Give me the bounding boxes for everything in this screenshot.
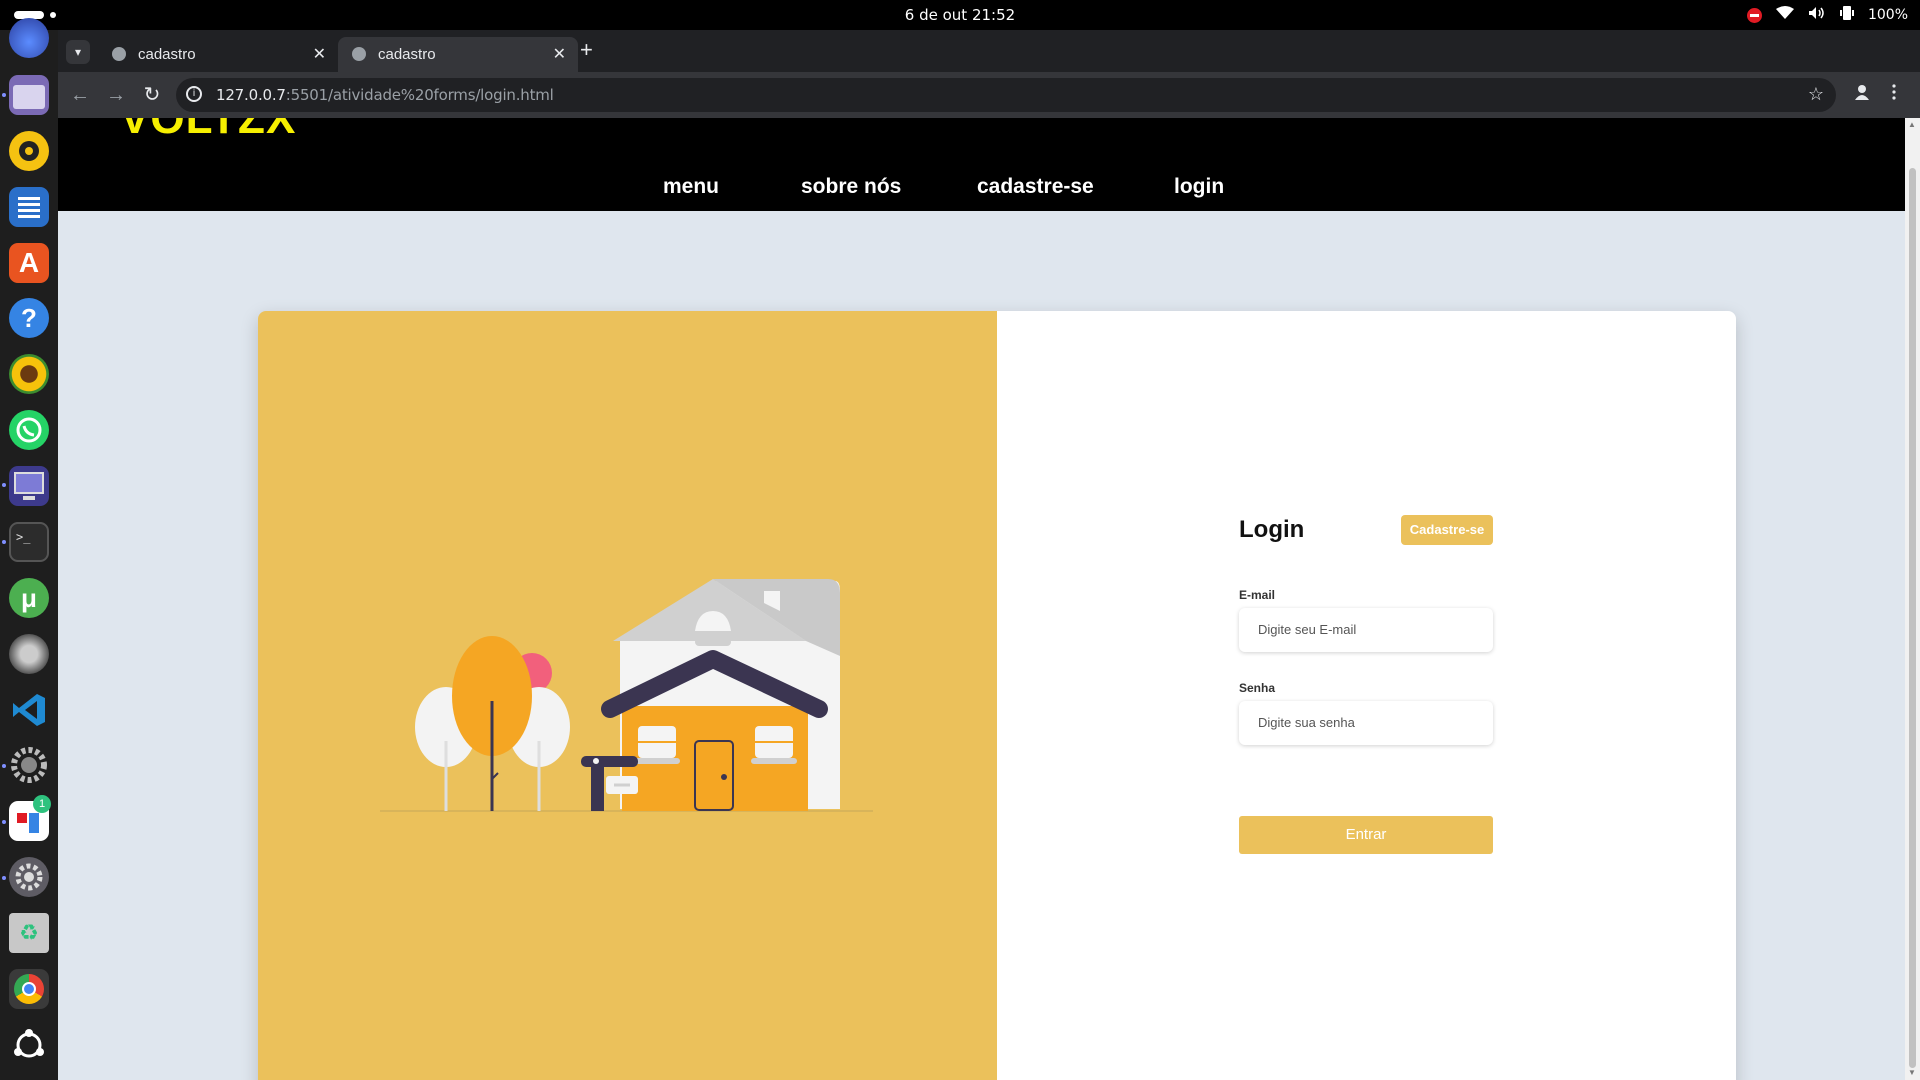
do-not-disturb-icon — [1746, 7, 1762, 23]
signup-button[interactable]: Cadastre-se — [1401, 515, 1493, 545]
running-indicator — [2, 820, 6, 824]
illustration-panel — [258, 311, 997, 1080]
chrome-icon[interactable] — [9, 969, 49, 1009]
tab-title: cadastro — [138, 46, 196, 63]
notification-app-icon[interactable]: 1 — [9, 795, 51, 841]
whatsapp-icon[interactable] — [9, 410, 49, 450]
terminal-icon[interactable]: >_ — [9, 522, 49, 562]
nav-link-sobre-nos[interactable]: sobre nós — [801, 175, 901, 199]
running-indicator — [2, 540, 6, 544]
battery-percent: 100% — [1867, 7, 1908, 23]
login-card: Login Cadastre-se E-mail Digite seu E-ma… — [258, 311, 1736, 1080]
tab-cadastro-1[interactable]: cadastro ✕ — [98, 37, 338, 72]
close-tab-icon[interactable]: ✕ — [313, 44, 326, 64]
ubuntu-icon[interactable] — [9, 1025, 49, 1065]
house-illustration — [380, 579, 873, 812]
scrollbar-thumb[interactable] — [1909, 168, 1916, 1068]
nav-link-login[interactable]: login — [1174, 175, 1224, 199]
browser-menu-icon[interactable] — [1892, 84, 1896, 105]
system-clock[interactable]: 6 de out 21:52 — [0, 0, 1920, 30]
system-top-bar: 6 de out 21:52 100% — [0, 0, 1920, 30]
system-status-area[interactable]: 100% — [1746, 0, 1908, 30]
form-panel: Login Cadastre-se E-mail Digite seu E-ma… — [997, 311, 1736, 1080]
new-tab-button[interactable]: + — [580, 37, 593, 63]
rhythmbox-icon[interactable] — [9, 131, 49, 171]
site-logo[interactable]: VOLTZX — [120, 118, 296, 144]
web-page: VOLTZX menu sobre nós cadastre-se login — [58, 118, 1905, 1080]
site-header: VOLTZX menu sobre nós cadastre-se login — [58, 118, 1905, 211]
battery-icon — [1839, 5, 1854, 25]
settings-icon[interactable] — [9, 745, 49, 785]
system-settings-icon[interactable] — [9, 857, 49, 897]
tab-cadastro-2[interactable]: cadastro ✕ — [338, 37, 578, 72]
nav-link-menu[interactable]: menu — [663, 175, 719, 199]
close-tab-icon[interactable]: ✕ — [553, 44, 566, 64]
browser-toolbar: ← → ↻ i 127.0.0.7:5501/atividade%20forms… — [58, 72, 1920, 118]
files-icon[interactable] — [9, 75, 49, 115]
remote-desktop-icon[interactable] — [9, 466, 49, 506]
running-indicator — [2, 93, 6, 97]
password-label: Senha — [1239, 681, 1276, 695]
nav-link-cadastre-se[interactable]: cadastre-se — [977, 175, 1094, 199]
url-text[interactable]: 127.0.0.7:5501/atividade%20forms/login.h… — [216, 86, 554, 104]
sunflower-icon[interactable] — [9, 354, 49, 394]
globe-icon — [352, 47, 366, 61]
scroll-up-arrow[interactable]: ▲ — [1908, 120, 1916, 129]
email-field[interactable]: Digite seu E-mail — [1239, 608, 1493, 652]
profile-icon[interactable] — [1854, 84, 1870, 105]
volume-icon — [1808, 6, 1826, 24]
vscode-icon[interactable] — [9, 690, 49, 730]
page-scrollbar[interactable]: ▲ ▼ — [1905, 118, 1920, 1080]
scroll-down-arrow[interactable]: ▼ — [1908, 1068, 1916, 1077]
site-info-icon[interactable]: i — [186, 86, 202, 102]
login-submit-button[interactable]: Entrar — [1239, 816, 1493, 854]
globe-icon — [112, 47, 126, 61]
forward-button[interactable]: → — [102, 81, 130, 109]
app-center-icon[interactable]: A — [9, 243, 49, 283]
form-title: Login — [1239, 516, 1305, 543]
writer-icon[interactable] — [9, 187, 49, 227]
back-button[interactable]: ← — [66, 81, 94, 109]
firefox-icon[interactable] — [9, 18, 49, 58]
running-indicator — [2, 764, 6, 768]
wifi-icon — [1775, 6, 1794, 24]
browser-tab-strip: ▾ cadastro ✕ cadastro ✕ + — [58, 30, 1920, 72]
reload-button[interactable]: ↻ — [138, 81, 166, 109]
bookmark-star-icon[interactable]: ☆ — [1808, 84, 1824, 105]
running-indicator — [2, 876, 6, 880]
address-bar[interactable]: i 127.0.0.7:5501/atividade%20forms/login… — [176, 78, 1836, 112]
tab-search-button[interactable]: ▾ — [66, 40, 90, 64]
tab-title: cadastro — [378, 46, 436, 63]
obs-icon[interactable] — [9, 634, 49, 674]
email-label: E-mail — [1239, 588, 1276, 602]
trash-icon[interactable]: ♻ — [9, 913, 49, 953]
ubuntu-dock: A ? >_ μ 1 ♻ — [0, 18, 58, 1080]
help-icon[interactable]: ? — [9, 298, 49, 338]
running-indicator — [2, 483, 6, 487]
utorrent-icon[interactable]: μ — [9, 578, 49, 618]
password-field[interactable]: Digite sua senha — [1239, 701, 1493, 745]
